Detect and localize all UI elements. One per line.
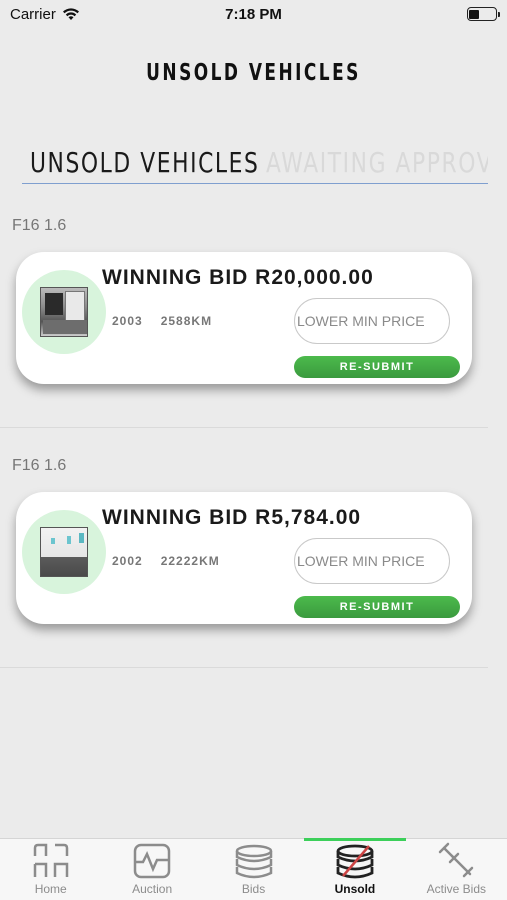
resubmit-button[interactable]: RE-SUBMIT (294, 596, 460, 618)
status-time: 7:18 PM (225, 5, 282, 23)
status-left: Carrier (10, 6, 130, 23)
battery-icon (466, 7, 500, 21)
tabbar-label: Bids (241, 882, 266, 896)
coins-stack-icon (235, 844, 272, 879)
gavel-icon (439, 842, 474, 878)
vehicle-model-label: F16 1.6 (12, 217, 67, 234)
lower-min-price-input[interactable] (294, 298, 450, 344)
tab-unsold-vehicles[interactable]: UNSOLD VEHICLES (30, 146, 259, 179)
vehicle-thumbnail-frame (22, 270, 106, 354)
carrier-label: Carrier (10, 5, 56, 23)
tabbar-item-bids[interactable]: Bids (203, 839, 304, 900)
divider (0, 667, 488, 668)
auction-pulse-icon (133, 843, 171, 879)
tabbar-item-home[interactable]: Home (0, 839, 101, 900)
tabbar-item-active-bids[interactable]: Active Bids (406, 839, 507, 900)
lower-min-price-input[interactable] (294, 538, 450, 584)
tabbar-label: Active Bids (426, 882, 486, 896)
vehicle-thumbnail[interactable] (40, 287, 88, 337)
winning-bid-text: WINNING BID R5,784.00 (102, 506, 362, 529)
vehicle-model-label: F16 1.6 (12, 457, 67, 474)
wifi-icon (62, 8, 79, 20)
home-grid-icon (33, 843, 68, 877)
vehicle-year: 2003 (112, 314, 143, 328)
tabbar-item-auction[interactable]: Auction (101, 839, 202, 900)
vehicle-card[interactable]: WINNING BID R5,784.00 2002 22222KM RE-SU… (16, 492, 472, 624)
resubmit-button[interactable]: RE-SUBMIT (294, 356, 460, 378)
winning-bid-text: WINNING BID R20,000.00 (102, 266, 374, 289)
tabbar-label: Unsold (334, 882, 376, 896)
status-right (377, 7, 500, 21)
page-title: UNSOLD VEHICLES (146, 60, 361, 86)
tab-awaiting-approval[interactable]: AWAITING APPROVAL (266, 146, 488, 179)
bottom-tab-bar: Home Auction Bids Unsold Active Bids (0, 838, 507, 900)
vehicle-mileage: 22222KM (160, 554, 220, 568)
vehicle-specs: 2003 2588KM (112, 314, 212, 328)
tabbar-label: Auction (132, 882, 173, 896)
vehicle-mileage: 2588KM (160, 314, 213, 328)
status-bar: Carrier 7:18 PM (0, 0, 507, 28)
coins-crossed-icon (336, 844, 374, 879)
vehicle-thumbnail-frame (22, 510, 106, 594)
vehicle-thumbnail[interactable] (40, 527, 88, 577)
vehicle-card[interactable]: WINNING BID R20,000.00 2003 2588KM RE-SU… (16, 252, 472, 384)
battery-level (469, 9, 480, 19)
tabbar-label: Home (34, 882, 67, 896)
tabbar-item-unsold[interactable]: Unsold (304, 838, 407, 900)
segment-tabs: UNSOLD VEHICLES AWAITING APPROVAL (22, 142, 488, 184)
vehicle-specs: 2002 22222KM (112, 554, 220, 568)
vehicle-year: 2002 (112, 554, 143, 568)
divider (0, 427, 488, 428)
